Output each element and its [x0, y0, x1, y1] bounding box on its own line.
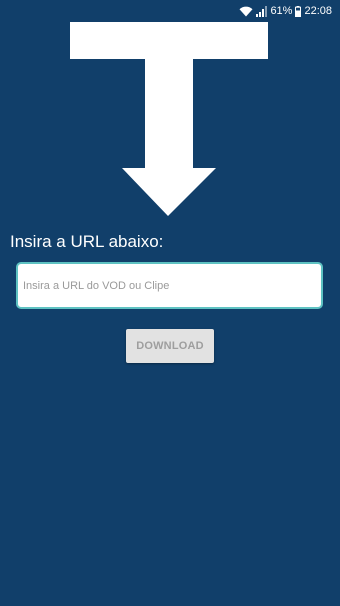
url-prompt-label: Insira a URL abaixo: — [10, 232, 164, 251]
clock: 22:08 — [304, 5, 332, 17]
wifi-icon — [239, 6, 253, 17]
signal-icon — [256, 5, 268, 17]
app-screen: 61% 22:08 Insira a URL abaixo: DOWNLOAD — [0, 0, 340, 606]
status-bar: 61% 22:08 — [0, 0, 340, 22]
battery-icon — [295, 5, 302, 17]
status-icons: 61% 22:08 — [239, 4, 332, 18]
download-button[interactable]: DOWNLOAD — [126, 329, 214, 363]
t-arrow-down-logo — [0, 20, 340, 220]
battery-percent: 61% — [270, 5, 293, 17]
url-input[interactable] — [16, 262, 323, 309]
